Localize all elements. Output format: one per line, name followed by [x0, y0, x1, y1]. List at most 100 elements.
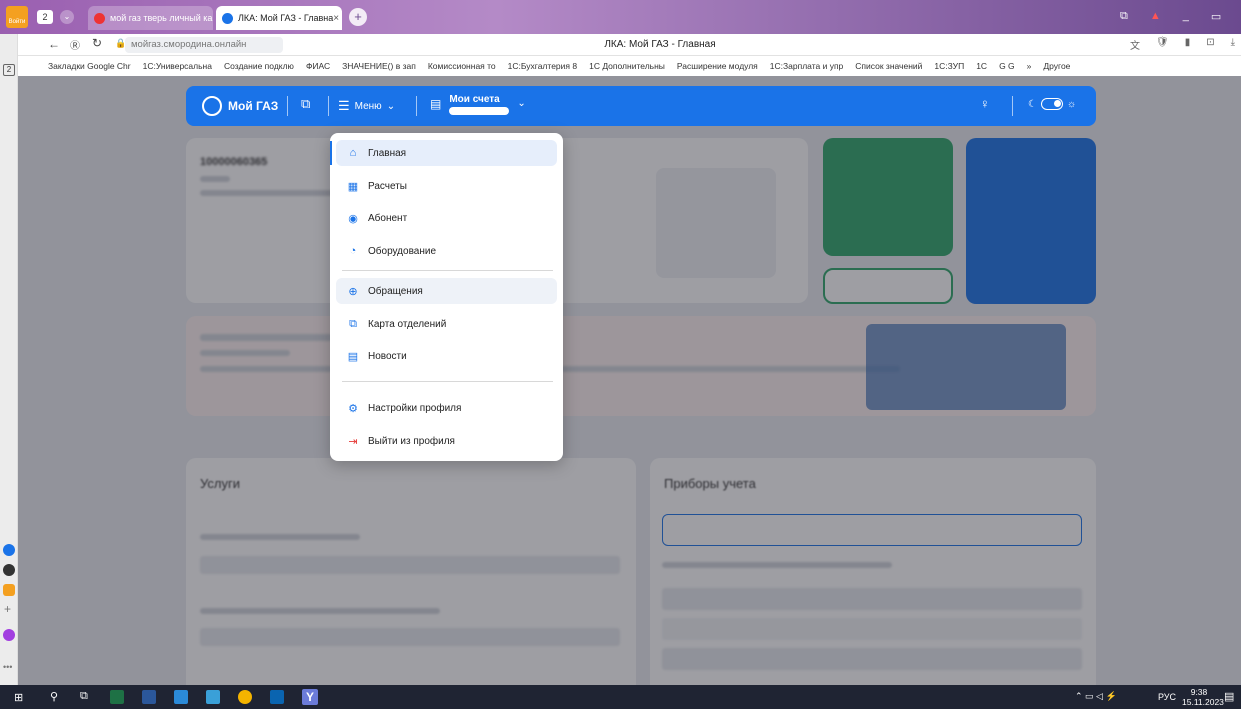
browser-sidebar: 2 + •••	[0, 34, 18, 685]
header-divider	[1012, 96, 1013, 116]
accounts-button[interactable]: ▤ Мои счета ⌄	[430, 94, 526, 115]
bookmark-item[interactable]: G G	[999, 61, 1015, 71]
menu-item-logout[interactable]: ⇥ Выйти из профиля	[336, 428, 557, 454]
bookmark-item[interactable]: Комиссионная то	[428, 61, 496, 71]
yandex-login-button[interactable]: Войти	[6, 6, 28, 28]
outlook-icon[interactable]	[270, 690, 284, 704]
bookmark-item[interactable]: ЗНАЧЕНИЕ() в зап	[342, 61, 416, 71]
downloads-icon[interactable]: ▲	[1150, 10, 1161, 26]
bookmark-item[interactable]: Расширение модуля	[677, 61, 758, 71]
bookmark-icon[interactable]: ▮	[1185, 37, 1191, 52]
bookmark-item[interactable]: 1С:Бухгалтерия 8	[508, 61, 577, 71]
home-icon: ⌂	[349, 147, 357, 159]
chat-icon[interactable]: ⧉	[301, 96, 310, 112]
yandex-browser-icon[interactable]: Y	[302, 689, 318, 705]
nav-dropdown-menu: ⌂ Главная ▦ Расчеты ◉ Абонент ◔ Оборудов…	[330, 133, 563, 461]
bookmark-item[interactable]: 1С:Универсальна	[143, 61, 212, 71]
menu-item-equipment[interactable]: ◔ Оборудование	[336, 238, 557, 264]
windows-start-icon[interactable]: ⊞	[14, 691, 23, 704]
menu-item-requests[interactable]: ⊕ Обращения	[336, 278, 557, 304]
menu-item-branch-map[interactable]: ⧉ Карта отделений	[336, 311, 557, 337]
translate-icon[interactable]: 文	[1130, 37, 1140, 52]
tray-icons[interactable]: ⌃ ▭ ◁ ⚡	[1075, 691, 1117, 702]
url-field[interactable]: мойгаз.смородина.онлайн	[125, 37, 283, 53]
notifications-icon[interactable]: ▤	[1224, 690, 1234, 703]
bookmark-item[interactable]: Другое	[1043, 61, 1070, 71]
modal-overlay[interactable]	[18, 76, 1241, 685]
bookmark-item[interactable]: 1С Дополнительны	[589, 61, 665, 71]
tab-count-badge[interactable]: 2	[37, 10, 53, 24]
toggle-switch	[1040, 98, 1063, 110]
mail-icon[interactable]	[3, 584, 15, 596]
window-controls: ⧉ ▲ _ ▭ ×	[1120, 10, 1240, 26]
bookmark-item[interactable]: Создание подклю	[224, 61, 294, 71]
word-icon[interactable]	[142, 690, 156, 704]
menu-item-subscriber[interactable]: ◉ Абонент	[336, 205, 557, 231]
clock-date: 15.11.2023	[1182, 697, 1224, 707]
menu-item-payments[interactable]: ▦ Расчеты	[336, 173, 557, 199]
bookmark-item[interactable]: 1С:Зарплата и упр	[770, 61, 844, 71]
restore-icon[interactable]: ▭	[1211, 10, 1221, 26]
header-divider	[416, 96, 417, 116]
app-header: Мой ГАЗ ⧉ ☰ Меню ⌄ ▤ Мои счета ⌄ ♀ ☾ ☼	[186, 86, 1096, 126]
tabs-dropdown-icon[interactable]: ⌄	[60, 10, 74, 24]
alice-icon[interactable]	[3, 564, 15, 576]
map-icon: ⧉	[349, 317, 357, 330]
tab-lka-moy-gaz[interactable]: ЛКА: Мой ГАЗ - Главна ×	[216, 6, 342, 30]
tab-moy-gaz-search[interactable]: мой газ тверь личный ка	[88, 6, 213, 30]
snipping-tool-icon[interactable]	[206, 690, 220, 704]
yandex-favicon-icon	[94, 12, 105, 24]
chrome-icon[interactable]	[238, 690, 252, 704]
bookmark-item[interactable]: »	[1027, 61, 1032, 71]
yandex-logo-icon[interactable]: Ⓡ	[70, 37, 80, 52]
alice-purple-icon[interactable]	[3, 629, 15, 641]
hamburger-icon: ☰	[338, 98, 350, 113]
header-divider	[328, 96, 329, 116]
search-icon[interactable]: ⚲	[50, 690, 58, 703]
bookmark-item[interactable]: ФИАС	[306, 61, 330, 71]
excel-icon[interactable]	[110, 690, 124, 704]
user-icon: ◉	[348, 212, 358, 225]
collections-icon[interactable]: ⧉	[1120, 10, 1128, 26]
gauge-icon: ◔	[349, 245, 357, 257]
file-explorer-icon[interactable]	[174, 690, 188, 704]
header-divider	[287, 96, 288, 116]
more-icon[interactable]: •••	[3, 662, 12, 672]
menu-item-home[interactable]: ⌂ Главная	[336, 140, 557, 166]
new-tab-button[interactable]: +	[349, 8, 367, 26]
task-view-icon[interactable]: ⧉	[80, 690, 88, 703]
address-actions: 文 🛡 ▮ ⊡ ⤓	[1130, 37, 1235, 52]
close-tab-icon[interactable]: ×	[333, 13, 339, 24]
menu-button[interactable]: ☰ Меню ⌄	[338, 98, 395, 114]
brand-logo-icon[interactable]	[202, 96, 222, 116]
download-icon[interactable]: ⤓	[1231, 37, 1235, 52]
lightbulb-icon[interactable]: ♀	[980, 96, 990, 111]
accounts-label: Мои счета	[449, 94, 500, 105]
reload-icon[interactable]: ↻	[92, 36, 102, 50]
chat-icon: ⊕	[348, 285, 358, 298]
bookmark-item[interactable]: Список значений	[855, 61, 922, 71]
bookmark-item[interactable]: 1С	[976, 61, 987, 71]
clock-time: 9:38	[1190, 687, 1208, 697]
language-indicator[interactable]: РУС	[1158, 692, 1176, 702]
clock[interactable]: 9:38 15.11.2023	[1182, 687, 1224, 707]
chevron-down-icon: ⌄	[386, 100, 396, 112]
menu-item-profile-settings[interactable]: ⚙ Настройки профиля	[336, 395, 557, 421]
theme-toggle[interactable]: ☾ ☼	[1028, 98, 1076, 110]
moon-icon: ☾	[1028, 98, 1037, 110]
news-icon: ▤	[347, 350, 359, 363]
back-icon[interactable]: ←	[48, 37, 60, 51]
reader-icon[interactable]: ⊡	[1206, 37, 1214, 52]
moygaz-favicon-icon	[222, 12, 233, 24]
add-panel-icon[interactable]: +	[4, 602, 11, 616]
sidebar-badge[interactable]: 2	[3, 64, 15, 76]
bookmark-item[interactable]: 1С:ЗУП	[934, 61, 964, 71]
menu-item-news[interactable]: ▤ Новости	[336, 343, 557, 369]
minimize-icon[interactable]: _	[1183, 10, 1189, 26]
messenger-icon[interactable]	[3, 544, 15, 556]
brand-name[interactable]: Мой ГАЗ	[228, 99, 278, 113]
menu-label: Меню	[354, 100, 382, 112]
tab-title: мой газ тверь личный ка	[110, 13, 213, 23]
bookmark-item[interactable]: Закладки Google Chr	[48, 61, 131, 71]
protect-icon[interactable]: 🛡	[1156, 37, 1169, 52]
